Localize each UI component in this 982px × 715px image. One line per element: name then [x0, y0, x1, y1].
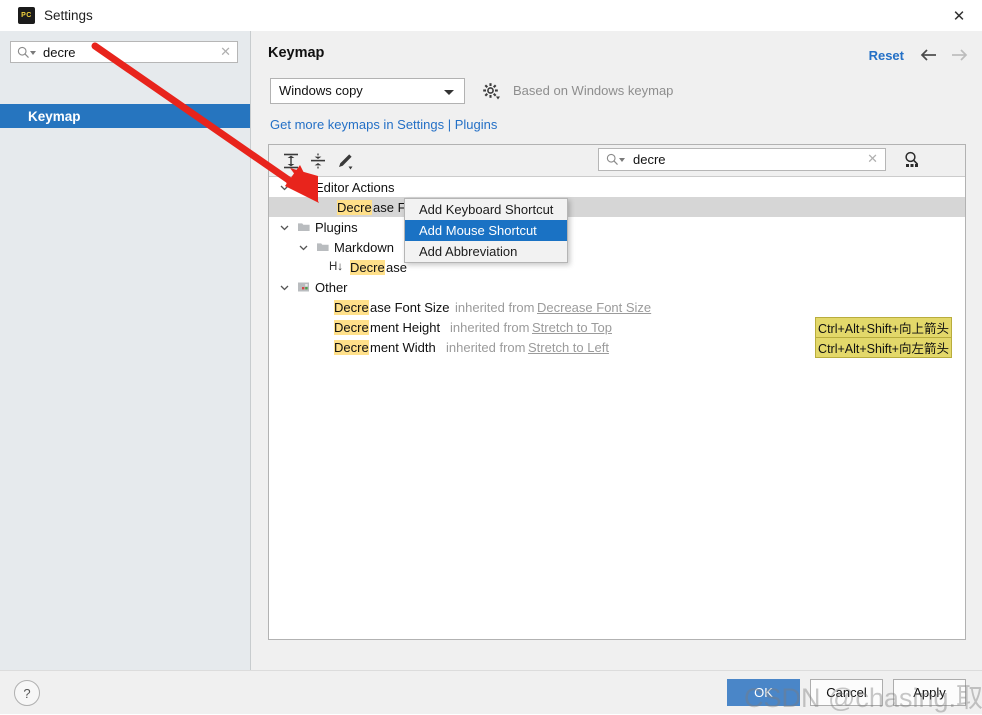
- reset-button[interactable]: Reset: [869, 48, 904, 63]
- clear-icon[interactable]: ✕: [220, 44, 231, 60]
- chevron-down-icon[interactable]: [279, 222, 290, 233]
- tree-row-highlight: Decre: [337, 199, 372, 215]
- tree-row-label: ment Height: [370, 319, 441, 335]
- tree-row-highlight: Decre: [334, 339, 369, 355]
- inherited-link[interactable]: Decrease Font Size: [537, 300, 651, 315]
- get-more-keymaps-link[interactable]: Get more keymaps in Settings | Plugins: [270, 117, 497, 132]
- menu-item-label: Add Abbreviation: [419, 244, 518, 259]
- settings-sidebar: decre ✕ Keymap: [0, 31, 251, 670]
- pencil-icon[interactable]: [335, 151, 355, 171]
- tree-row-highlight: Decre: [350, 259, 385, 275]
- settings-dialog: PC Settings ✕ decre ✕ Keymap Keymap Rese…: [0, 0, 982, 714]
- pycharm-icon-text: PC: [21, 12, 32, 19]
- shortcut-badge: Ctrl+Alt+Shift+向上箭头: [815, 316, 952, 338]
- tree-row-highlight: Decre: [334, 299, 369, 315]
- menu-item-label: Add Keyboard Shortcut: [419, 202, 554, 217]
- inherited-label: inherited from: [446, 339, 526, 355]
- folder-icon: [298, 223, 310, 231]
- page-title: Keymap: [268, 45, 325, 61]
- table-row[interactable]: Editor Actions: [269, 177, 965, 197]
- tree-toolbar: decre ✕: [269, 145, 965, 177]
- inherited-link[interactable]: Stretch to Top: [532, 320, 612, 335]
- sidebar-search-input[interactable]: decre ✕: [10, 41, 238, 63]
- cancel-button[interactable]: Cancel: [810, 679, 883, 706]
- chevron-down-icon: [444, 90, 454, 95]
- expand-all-icon[interactable]: [281, 151, 301, 171]
- table-row[interactable]: Plugins: [269, 217, 965, 237]
- keymap-select-value: Windows copy: [279, 83, 363, 98]
- inherited-label: inherited from: [455, 299, 535, 315]
- keymap-page: Keymap Reset Windows copy Based on Windo…: [251, 31, 982, 670]
- help-button[interactable]: ?: [14, 680, 40, 706]
- clear-icon[interactable]: ✕: [867, 151, 878, 167]
- table-row[interactable]: Decre ment Height inherited from Stretch…: [269, 316, 965, 338]
- tree-row-highlight: Decre: [334, 319, 369, 335]
- plugin-node-icon: [298, 282, 309, 292]
- inherited-label: inherited from: [450, 319, 530, 335]
- gear-icon[interactable]: [481, 81, 501, 101]
- menu-item-add-abbreviation[interactable]: Add Abbreviation: [405, 241, 567, 262]
- arrow-right-icon[interactable]: [948, 45, 970, 65]
- ok-button[interactable]: OK: [727, 679, 800, 706]
- plugin-node-icon: [298, 182, 309, 192]
- window-title: Settings: [44, 8, 93, 23]
- folder-icon: [317, 243, 329, 251]
- tree-row-label: Editor Actions: [315, 179, 395, 195]
- dialog-footer: ? OK Cancel Apply: [0, 670, 982, 714]
- tree-row-label: ment Width: [370, 339, 436, 355]
- tree-search-value: decre: [633, 152, 666, 167]
- search-icon: [606, 153, 618, 165]
- tree-row-label: Markdown: [334, 239, 394, 255]
- table-row[interactable]: Other: [269, 277, 965, 297]
- keymap-tree-panel: decre ✕ Editor Actions Decre ase Fo Plug…: [268, 144, 966, 640]
- table-row[interactable]: Decre ase Fo: [269, 197, 965, 217]
- heading-down-icon: H↓: [329, 261, 344, 273]
- table-row[interactable]: H↓ Decre ase: [269, 257, 965, 277]
- keymap-select[interactable]: Windows copy: [270, 78, 465, 104]
- sidebar-item-keymap[interactable]: Keymap: [0, 104, 250, 128]
- tree-row-label: ase Font Size: [370, 299, 450, 315]
- sidebar-item-label: Keymap: [28, 108, 81, 124]
- pycharm-icon: PC: [18, 7, 35, 24]
- context-menu: Add Keyboard Shortcut Add Mouse Shortcut…: [404, 198, 568, 263]
- table-row[interactable]: Decre ase Font Size inherited from Decre…: [269, 297, 965, 317]
- apply-button[interactable]: Apply: [893, 679, 966, 706]
- chevron-down-icon[interactable]: [298, 242, 309, 253]
- keymap-tree[interactable]: Editor Actions Decre ase Fo Plugins Mark…: [269, 177, 965, 639]
- chevron-down-icon[interactable]: [279, 182, 290, 193]
- tree-row-label: Plugins: [315, 219, 358, 235]
- menu-item-label: Add Mouse Shortcut: [419, 223, 537, 238]
- table-row[interactable]: Markdown: [269, 237, 965, 257]
- inherited-link[interactable]: Stretch to Left: [528, 340, 609, 355]
- close-icon[interactable]: ✕: [936, 0, 982, 31]
- sidebar-search-value: decre: [43, 45, 76, 60]
- menu-item-add-mouse-shortcut[interactable]: Add Mouse Shortcut: [405, 220, 567, 241]
- search-icon: [17, 46, 29, 58]
- shortcut-badge: Ctrl+Alt+Shift+向左箭头: [815, 336, 952, 358]
- title-bar: PC Settings ✕: [0, 0, 982, 32]
- menu-item-add-keyboard-shortcut[interactable]: Add Keyboard Shortcut: [405, 199, 567, 220]
- based-on-label: Based on Windows keymap: [513, 83, 674, 98]
- tree-row-label: Other: [315, 279, 348, 295]
- find-shortcut-icon[interactable]: [901, 149, 923, 171]
- collapse-all-icon[interactable]: [308, 151, 328, 171]
- search-options-chevron-icon[interactable]: [619, 158, 625, 162]
- search-options-chevron-icon[interactable]: [30, 51, 36, 55]
- chevron-down-icon[interactable]: [279, 282, 290, 293]
- arrow-left-icon[interactable]: [918, 45, 940, 65]
- tree-search-input[interactable]: decre ✕: [598, 148, 886, 171]
- table-row[interactable]: Decre ment Width inherited from Stretch …: [269, 336, 965, 358]
